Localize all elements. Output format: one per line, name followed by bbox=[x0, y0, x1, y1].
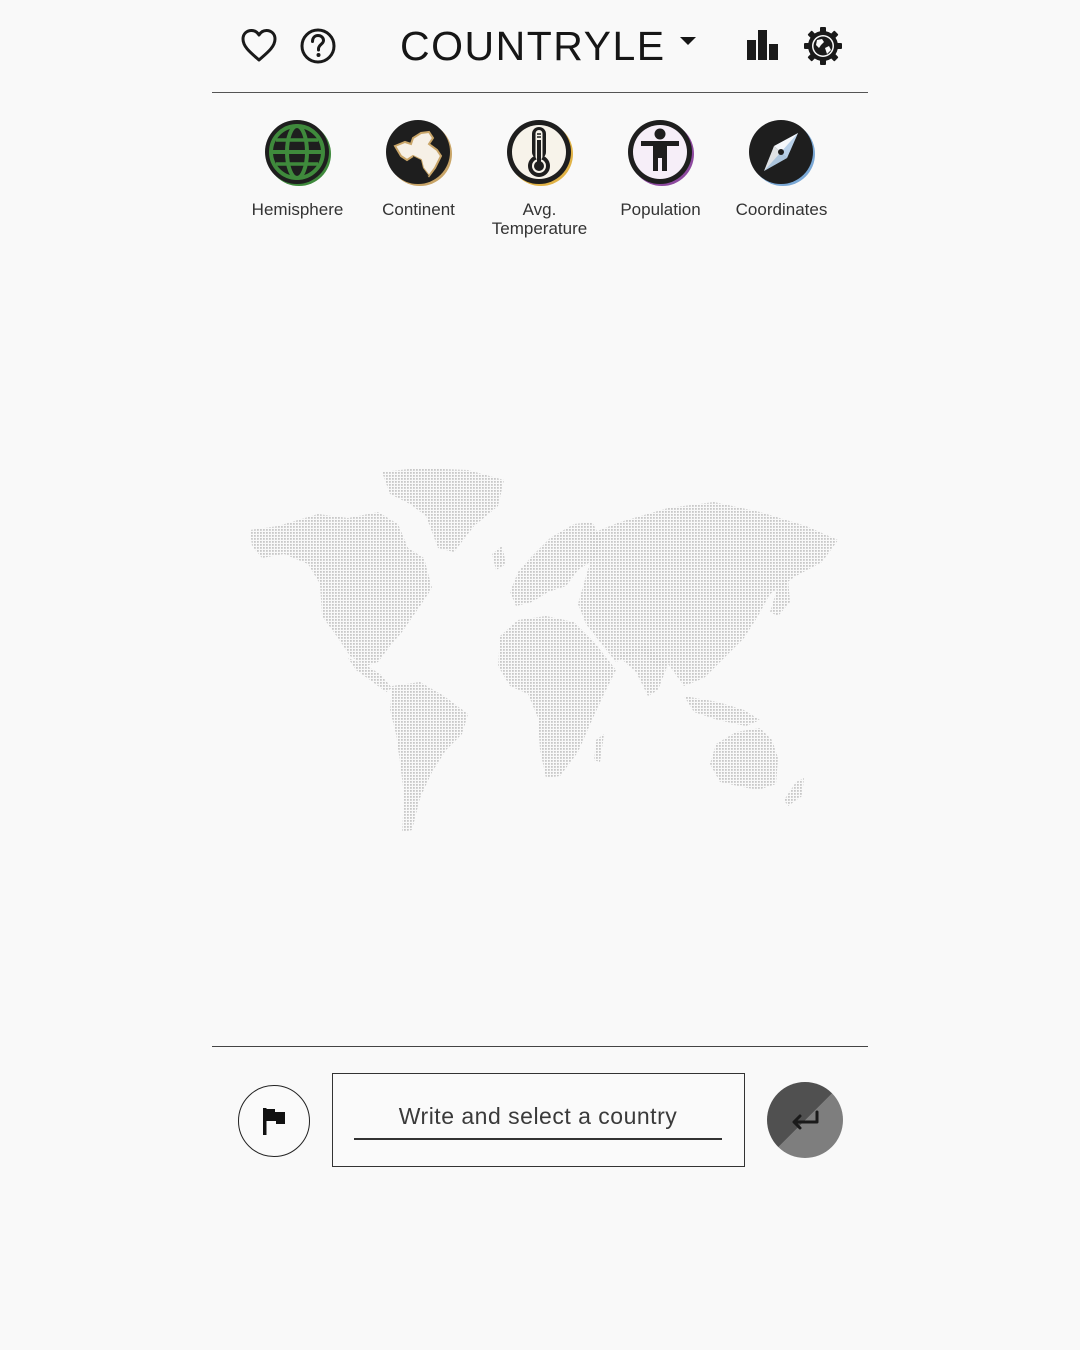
hint-hemisphere[interactable]: Hemisphere bbox=[237, 116, 358, 219]
chevron-down-icon bbox=[679, 37, 696, 45]
help-icon[interactable] bbox=[298, 26, 338, 66]
guess-input-container bbox=[332, 1073, 745, 1167]
submit-guess-button[interactable] bbox=[767, 1082, 843, 1158]
hint-label: Hemisphere bbox=[251, 200, 344, 219]
thermometer-icon bbox=[506, 120, 573, 186]
hint-label: Population bbox=[620, 200, 701, 219]
game-mode-dropdown[interactable]: COUNTRYLE bbox=[400, 22, 696, 70]
hint-label: Coordinates bbox=[735, 200, 828, 219]
hint-label: Avg. Temperature bbox=[491, 200, 588, 238]
hint-avg-temperature[interactable]: Avg. Temperature bbox=[479, 116, 600, 238]
continent-icon bbox=[385, 120, 452, 186]
divider bbox=[212, 1046, 868, 1047]
hint-coordinates[interactable]: Coordinates bbox=[721, 116, 842, 219]
compass-icon bbox=[748, 120, 815, 186]
globe-icon bbox=[264, 120, 331, 186]
person-icon bbox=[627, 120, 694, 186]
enter-icon bbox=[792, 1110, 819, 1130]
hint-categories: Hemisphere Continent Avg. Temperature Po… bbox=[237, 116, 843, 256]
app-title: COUNTRYLE bbox=[400, 23, 666, 69]
hint-label: Continent bbox=[382, 200, 455, 219]
hint-population[interactable]: Population bbox=[600, 116, 721, 219]
header: COUNTRYLE bbox=[212, 0, 868, 93]
flag-icon bbox=[263, 1108, 285, 1135]
stats-icon[interactable] bbox=[744, 26, 784, 66]
show-flag-button[interactable] bbox=[238, 1085, 310, 1157]
settings-icon[interactable] bbox=[803, 26, 843, 66]
heart-icon[interactable] bbox=[239, 26, 279, 66]
hint-continent[interactable]: Continent bbox=[358, 116, 479, 219]
world-map bbox=[250, 468, 838, 832]
country-search-input[interactable] bbox=[354, 1094, 722, 1140]
